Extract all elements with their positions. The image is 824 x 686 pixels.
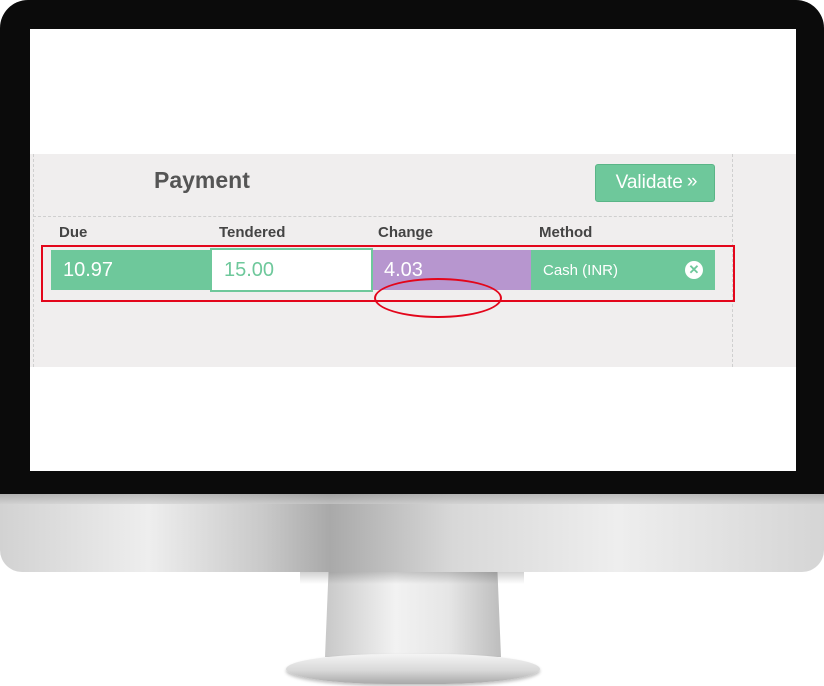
- payment-title: Payment: [154, 167, 250, 193]
- monitor-base: [286, 654, 540, 684]
- monitor-screen: Payment Validate » Due Tendered Change M…: [30, 29, 796, 471]
- column-header-due: Due: [59, 224, 88, 241]
- payment-line-highlight-box: [41, 245, 735, 302]
- column-header-tendered: Tendered: [219, 224, 286, 241]
- column-header-change: Change: [378, 224, 434, 241]
- chevron-double-right-icon: »: [686, 171, 697, 192]
- monitor-stand: [325, 572, 501, 657]
- payment-panel: Payment Validate » Due Tendered Change M…: [30, 154, 796, 367]
- monitor-frame: Payment Validate » Due Tendered Change M…: [0, 0, 824, 494]
- panel-divider-left: [33, 154, 34, 367]
- monitor-stand-shadow: [300, 572, 524, 584]
- header-divider: [33, 216, 732, 217]
- column-header-method: Method: [539, 224, 593, 241]
- validate-label: Validate: [615, 172, 683, 193]
- monitor-chin: [0, 494, 824, 572]
- validate-button[interactable]: Validate »: [595, 164, 715, 202]
